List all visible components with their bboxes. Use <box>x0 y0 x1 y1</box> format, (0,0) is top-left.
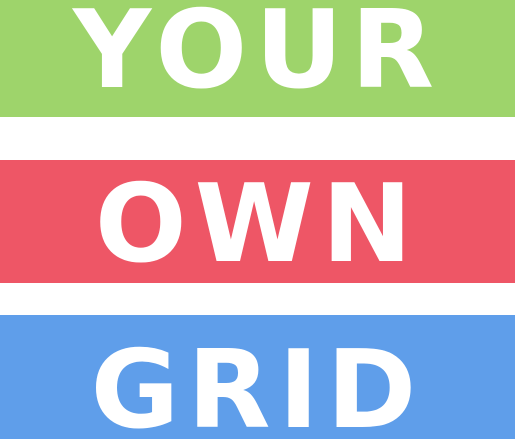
word-own: OWN <box>94 161 421 283</box>
word-grid: GRID <box>90 328 425 439</box>
band-own: OWN <box>0 160 515 283</box>
band-your: YOUR <box>0 0 515 117</box>
band-grid: GRID <box>0 315 515 439</box>
poster: YOUR OWN GRID <box>0 0 515 439</box>
word-your: YOUR <box>72 0 443 113</box>
